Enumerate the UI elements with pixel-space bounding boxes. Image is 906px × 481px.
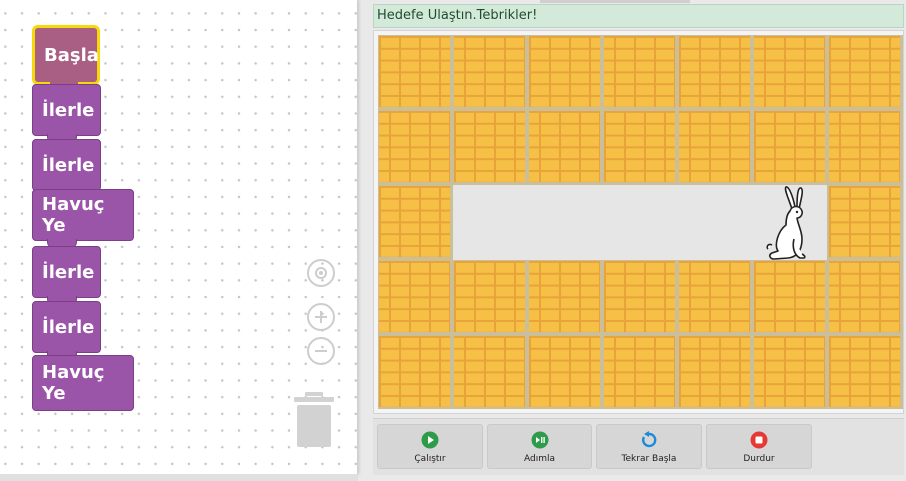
wall-tile xyxy=(829,186,900,257)
run-button[interactable]: Çalıştır xyxy=(377,424,483,469)
wall-tile xyxy=(379,186,450,257)
wall-tile xyxy=(829,336,900,407)
move-block[interactable]: İlerle xyxy=(32,84,101,143)
play-icon xyxy=(421,431,439,449)
block-label: İlerle xyxy=(42,99,95,121)
wall-tile xyxy=(604,261,675,332)
zoom-out-icon[interactable] xyxy=(307,337,335,365)
wall-tile xyxy=(379,336,450,407)
wall-tile xyxy=(829,261,900,332)
button-label: Adımla xyxy=(524,454,555,464)
eat-carrot-block[interactable]: Havuç Ye xyxy=(32,189,134,248)
block-label: İlerle xyxy=(42,261,95,283)
move-block[interactable]: İlerle xyxy=(32,301,101,360)
block-label: Havuç Ye xyxy=(42,194,105,236)
wall-tile xyxy=(529,36,600,107)
stop-button[interactable]: Durdur xyxy=(706,424,812,469)
move-block[interactable]: İlerle xyxy=(32,246,101,305)
wall-tile xyxy=(679,111,750,182)
wall-tile xyxy=(379,36,450,107)
wall-tile xyxy=(604,36,675,107)
wall-tile xyxy=(679,36,750,107)
wall-tile xyxy=(529,261,600,332)
wall-tile xyxy=(454,261,525,332)
wall-tile xyxy=(754,111,825,182)
zoom-in-icon[interactable] xyxy=(307,303,335,331)
restart-button[interactable]: Tekrar Başla xyxy=(596,424,702,469)
wall-tile xyxy=(679,336,750,407)
eat-carrot-block[interactable]: Havuç Ye xyxy=(32,355,134,411)
wall-tile xyxy=(604,111,675,182)
center-icon[interactable] xyxy=(307,259,335,287)
start-block[interactable]: Başla xyxy=(32,25,100,93)
block-workspace[interactable]: Başla İlerle İlerle Havuç Ye İlerle İler… xyxy=(0,0,358,474)
block-label: İlerle xyxy=(42,316,95,338)
block-label: İlerle xyxy=(42,154,95,176)
wall-tile xyxy=(829,111,900,182)
step-button[interactable]: Adımla xyxy=(487,424,592,469)
wall-tile xyxy=(529,336,600,407)
wall-tile xyxy=(379,261,450,332)
status-message: Hedefe Ulaştın.Tebrikler! xyxy=(373,4,904,28)
stop-icon xyxy=(750,431,768,449)
restart-icon xyxy=(642,431,657,448)
wall-tile xyxy=(829,36,900,107)
rabbit-icon xyxy=(764,185,814,261)
button-label: Çalıştır xyxy=(414,454,446,464)
button-label: Durdur xyxy=(743,454,775,464)
block-label: Havuç Ye xyxy=(42,362,105,404)
wall-tile xyxy=(454,111,525,182)
trash-icon[interactable] xyxy=(293,392,335,448)
wall-tile xyxy=(454,36,525,107)
wall-tile xyxy=(604,336,675,407)
workspace-footer xyxy=(0,474,358,481)
wall-tile xyxy=(529,111,600,182)
wall-tile xyxy=(754,261,825,332)
wall-tile xyxy=(754,36,825,107)
tab-strip xyxy=(540,0,690,3)
status-text: Hedefe Ulaştın.Tebrikler! xyxy=(377,8,538,23)
wall-tile xyxy=(679,261,750,332)
wall-tile xyxy=(754,336,825,407)
block-label: Başla xyxy=(44,44,99,66)
step-icon xyxy=(531,431,548,449)
wall-tile xyxy=(454,336,525,407)
move-block[interactable]: İlerle xyxy=(32,139,101,198)
button-label: Tekrar Başla xyxy=(621,454,677,464)
wall-tile xyxy=(379,111,450,182)
